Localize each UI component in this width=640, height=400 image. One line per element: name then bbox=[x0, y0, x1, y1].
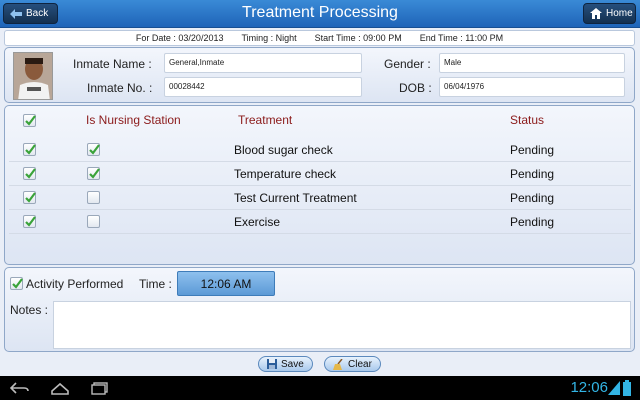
row-select-checkbox[interactable] bbox=[23, 215, 36, 228]
activity-panel: Activity Performed Time : 12:06 AM Notes… bbox=[4, 267, 635, 352]
title-bar: Back Treatment Processing Home bbox=[0, 0, 640, 28]
checkmark-icon bbox=[89, 168, 100, 179]
treatment-table: Is Nursing Station Treatment Status Bloo… bbox=[4, 105, 635, 265]
back-nav-icon[interactable] bbox=[10, 381, 30, 395]
home-button-label: Home bbox=[606, 8, 633, 19]
schedule-info-bar: For Date : 03/20/2013 Timing : Night Sta… bbox=[4, 30, 635, 46]
inmate-no-value: 00028442 bbox=[164, 77, 362, 97]
nursing-station-checkbox[interactable] bbox=[87, 167, 100, 180]
notes-label: Notes : bbox=[10, 303, 49, 317]
battery-icon bbox=[623, 380, 631, 396]
home-button[interactable]: Home bbox=[583, 3, 636, 24]
nursing-station-checkbox[interactable] bbox=[87, 215, 100, 228]
header-treatment: Treatment bbox=[238, 113, 293, 127]
system-clock: 12:06 bbox=[570, 379, 608, 396]
dob-label: DOB : bbox=[399, 81, 432, 95]
save-icon bbox=[267, 359, 277, 369]
start-time: Start Time : 09:00 PM bbox=[314, 33, 402, 43]
treatment-status: Pending bbox=[510, 143, 555, 157]
select-all-checkbox[interactable] bbox=[23, 114, 36, 127]
header-nursing-station: Is Nursing Station bbox=[86, 113, 181, 127]
treatment-name: Test Current Treatment bbox=[234, 191, 357, 205]
action-bar: Save Clear bbox=[0, 355, 640, 373]
clear-button[interactable]: Clear bbox=[324, 356, 381, 372]
time-picker-button[interactable]: 12:06 AM bbox=[177, 271, 275, 296]
treatment-status: Pending bbox=[510, 191, 555, 205]
checkmark-icon bbox=[25, 115, 36, 126]
row-select-checkbox[interactable] bbox=[23, 191, 36, 204]
treatment-name: Temperature check bbox=[234, 167, 337, 181]
gender-value: Male bbox=[439, 53, 625, 73]
save-button-label: Save bbox=[281, 358, 304, 370]
notes-field[interactable] bbox=[53, 301, 631, 349]
activity-performed-checkbox[interactable] bbox=[10, 277, 23, 290]
table-row[interactable]: Blood sugar check Pending bbox=[9, 138, 631, 162]
row-select-checkbox[interactable] bbox=[23, 167, 36, 180]
treatment-status: Pending bbox=[510, 167, 555, 181]
checkmark-icon bbox=[25, 192, 36, 203]
activity-performed-label: Activity Performed bbox=[26, 277, 124, 291]
nursing-station-checkbox[interactable] bbox=[87, 191, 100, 204]
treatment-status: Pending bbox=[510, 215, 555, 229]
checkmark-icon bbox=[25, 144, 36, 155]
nursing-station-checkbox[interactable] bbox=[87, 143, 100, 156]
inmate-details-panel: Inmate Name : General,Inmate Inmate No. … bbox=[4, 47, 635, 103]
treatment-name: Blood sugar check bbox=[234, 143, 333, 157]
signal-icon bbox=[608, 381, 620, 395]
broom-icon bbox=[333, 358, 343, 370]
inmate-no-label: Inmate No. : bbox=[87, 81, 153, 95]
clear-button-label: Clear bbox=[348, 358, 372, 370]
treatment-name: Exercise bbox=[234, 215, 281, 229]
inmate-name-label: Inmate Name : bbox=[73, 57, 152, 71]
recent-apps-icon[interactable] bbox=[90, 381, 110, 395]
table-row[interactable]: Test Current Treatment Pending bbox=[9, 186, 631, 210]
checkmark-icon bbox=[12, 278, 23, 289]
for-date: For Date : 03/20/2013 bbox=[135, 33, 224, 43]
inmate-name-value: General,Inmate bbox=[164, 53, 362, 73]
inmate-photo bbox=[13, 52, 53, 100]
end-time: End Time : 11:00 PM bbox=[419, 33, 504, 43]
time-label: Time : bbox=[139, 277, 172, 291]
checkmark-icon bbox=[25, 216, 36, 227]
save-button[interactable]: Save bbox=[258, 356, 313, 372]
gender-label: Gender : bbox=[384, 57, 431, 71]
page-title: Treatment Processing bbox=[242, 4, 398, 21]
table-row[interactable]: Temperature check Pending bbox=[9, 162, 631, 186]
system-navigation-bar: 12:06 bbox=[0, 376, 640, 400]
dob-value: 06/04/1976 bbox=[439, 77, 625, 97]
table-row[interactable]: Exercise Pending bbox=[9, 210, 631, 234]
row-select-checkbox[interactable] bbox=[23, 143, 36, 156]
home-icon bbox=[590, 8, 602, 19]
checkmark-icon bbox=[89, 144, 100, 155]
timing: Timing : Night bbox=[241, 33, 297, 43]
checkmark-icon bbox=[25, 168, 36, 179]
header-status: Status bbox=[510, 113, 545, 127]
home-nav-icon[interactable] bbox=[50, 381, 70, 395]
